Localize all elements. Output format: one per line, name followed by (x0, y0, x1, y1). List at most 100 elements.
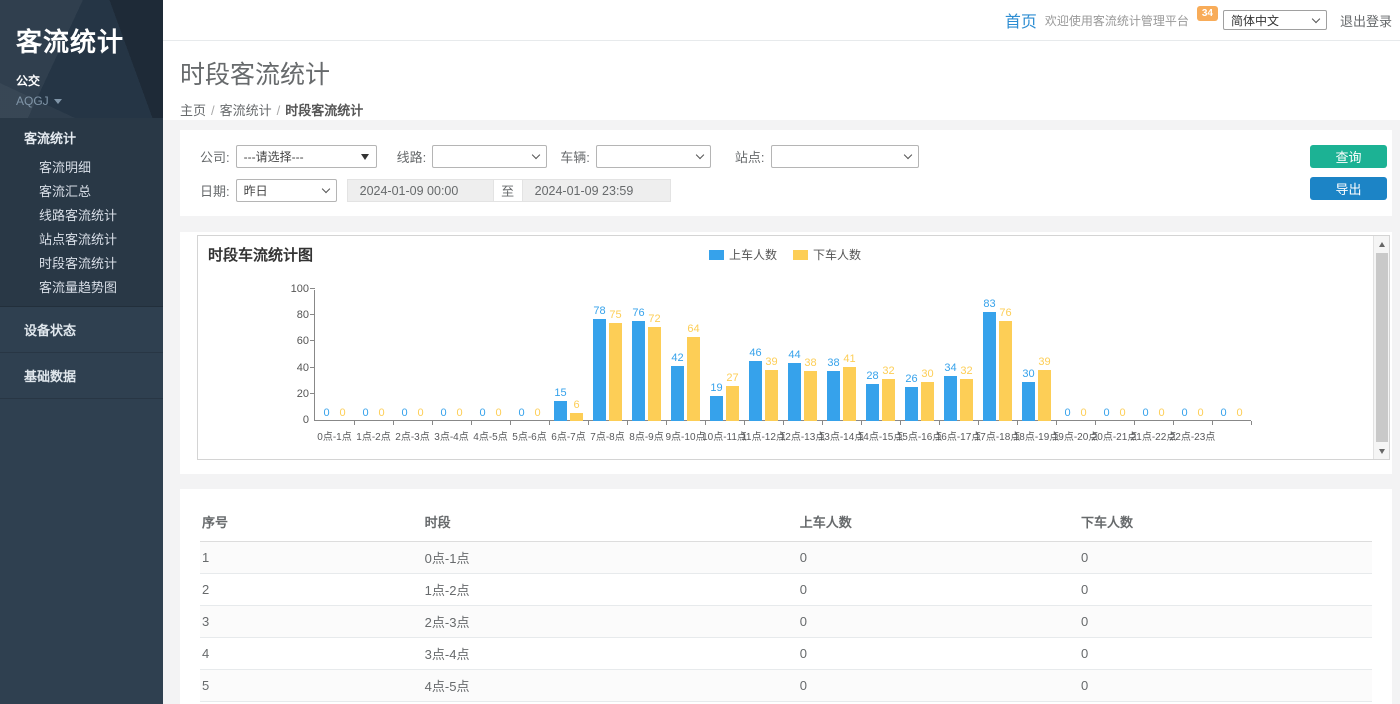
legend-swatch-boarding (709, 250, 724, 260)
chart-bar-group: 263015点-16点 (900, 290, 939, 421)
bar-value-label: 76 (632, 307, 644, 319)
legend-boarding: 上车人数 (709, 246, 777, 263)
chart-panel: 时段车流统计图 上车人数 下车人数 020406080100000点-1点001… (180, 232, 1392, 474)
table-cell: 2 (200, 574, 423, 606)
date-from-input[interactable]: 2024-01-09 00:00 (347, 179, 494, 202)
bar-value-label: 30 (921, 368, 933, 380)
chart-bar-group: 78757点-8点 (588, 290, 627, 421)
sidebar-item-trend-chart[interactable]: 客流量趋势图 (0, 276, 163, 300)
bar-column: 83 (983, 290, 996, 421)
table-row: 10点-1点00 (200, 542, 1372, 574)
bar-value-label: 38 (804, 357, 816, 369)
scroll-up-icon[interactable] (1374, 236, 1390, 252)
sidebar-item-flow-summary[interactable]: 客流汇总 (0, 180, 163, 204)
chart-bar-group: 463911点-12点 (744, 290, 783, 421)
station-select[interactable] (771, 145, 919, 168)
chart-bar-group: 004点-5点 (471, 290, 510, 421)
bar-value-label: 0 (495, 407, 501, 419)
scrollbar-thumb[interactable] (1376, 253, 1388, 442)
bar-column: 0 (359, 290, 372, 421)
sidebar-item-base-data[interactable]: 基础数据 (0, 353, 163, 398)
welcome-text: 欢迎使用客流统计管理平台 (1045, 12, 1189, 29)
nav-section-base-data: 基础数据 (0, 353, 163, 399)
company-select[interactable]: ---请选择--- (236, 145, 377, 168)
date-preset-select[interactable]: 昨日 (236, 179, 337, 202)
x-axis-label: 9点-10点 (665, 428, 705, 443)
chart-bar-group: 384113点-14点 (822, 290, 861, 421)
bar-value-label: 0 (1142, 407, 1148, 419)
table-cell: 4 (200, 638, 423, 670)
bar-value-label: 15 (554, 387, 566, 399)
table-cell: 0 (1079, 670, 1372, 702)
sidebar-item-passenger-stats[interactable]: 客流统计 (0, 118, 163, 156)
sidebar-item-station-stats[interactable]: 站点客流统计 (0, 228, 163, 252)
bar-column: 46 (749, 290, 762, 421)
bar-value-label: 0 (1158, 407, 1164, 419)
bar-value-label: 44 (788, 349, 800, 361)
table-row: 21点-2点00 (200, 574, 1372, 606)
chart-bar-group: 0022点-23点 (1173, 290, 1212, 421)
table-cell: 0 (798, 670, 1079, 702)
bar-column: 6 (570, 290, 583, 421)
table-cell: 0 (798, 542, 1079, 574)
chart-scrollbar (1373, 236, 1389, 459)
y-axis-label: 40 (263, 362, 309, 374)
breadcrumb-home[interactable]: 主页 (180, 103, 206, 118)
date-to-input[interactable]: 2024-01-09 23:59 (522, 179, 671, 202)
bar-alighting (1038, 370, 1051, 421)
search-button[interactable]: 查询 (1310, 145, 1387, 168)
y-axis-label: 100 (263, 283, 309, 295)
sidebar-item-line-stats[interactable]: 线路客流统计 (0, 204, 163, 228)
sidebar-profile: 客流统计 公交 AQGJ (0, 0, 163, 118)
bar-value-label: 32 (960, 365, 972, 377)
sidebar-item-period-stats[interactable]: 时段客流统计 (0, 252, 163, 276)
bar-column: 0 (531, 290, 544, 421)
col-header-index: 序号 (200, 503, 423, 542)
user-dropdown[interactable]: AQGJ (16, 94, 149, 108)
breadcrumb: 主页/客流统计/时段客流统计 (180, 100, 1400, 119)
legend-swatch-alighting (793, 250, 808, 260)
sidebar: 客流统计 公交 AQGJ 客流统计 客流明细 客流汇总 线路客流统计 站点客流统… (0, 0, 163, 704)
bar-value-label: 0 (1119, 407, 1125, 419)
chart-bar-group: 000点-1点 (315, 290, 354, 421)
period-table: 序号 时段 上车人数 下车人数 10点-1点0021点-2点0032点-3点00… (200, 503, 1372, 704)
bar-value-label: 0 (378, 407, 384, 419)
bar-value-label: 0 (440, 407, 446, 419)
table-cell: 1 (200, 542, 423, 574)
y-axis-label: 60 (263, 335, 309, 347)
bar-value-label: 0 (1236, 407, 1242, 419)
home-link[interactable]: 首页 (1005, 8, 1037, 32)
chart-bar-group: 343216点-17点 (939, 290, 978, 421)
notification-badge: 34 (1197, 6, 1218, 21)
y-axis-label: 80 (263, 309, 309, 321)
org-label: 公交 (16, 72, 149, 89)
bar-column: 0 (375, 290, 388, 421)
page-heading: 时段客流统计 主页/客流统计/时段客流统计 (163, 41, 1400, 120)
bar-column: 32 (882, 290, 895, 421)
export-button[interactable]: 导出 (1310, 177, 1387, 200)
sidebar-item-device-status[interactable]: 设备状态 (0, 307, 163, 352)
company-label: 公司: (200, 147, 230, 166)
bar-boarding (827, 371, 840, 421)
scroll-down-icon[interactable] (1374, 443, 1390, 459)
bar-alighting (843, 367, 856, 421)
table-cell: 0 (1079, 574, 1372, 606)
bar-column: 39 (765, 290, 778, 421)
logout-link[interactable]: 退出登录 (1340, 11, 1392, 30)
bar-value-label: 0 (456, 407, 462, 419)
bar-value-label: 32 (882, 365, 894, 377)
bar-alighting (921, 382, 934, 421)
language-select[interactable]: 简体中文 (1223, 10, 1327, 30)
vehicle-select[interactable] (596, 145, 711, 168)
bar-boarding (554, 401, 567, 421)
chart-bar-group: 0021点-22点 (1134, 290, 1173, 421)
bar-column: 0 (414, 290, 427, 421)
breadcrumb-current: 时段客流统计 (285, 103, 363, 118)
bar-column: 26 (905, 290, 918, 421)
line-select[interactable] (432, 145, 547, 168)
bar-value-label: 75 (609, 309, 621, 321)
chevron-down-icon (696, 151, 704, 159)
breadcrumb-passenger-stats[interactable]: 客流统计 (220, 103, 272, 118)
bar-alighting (609, 323, 622, 421)
sidebar-item-flow-detail[interactable]: 客流明细 (0, 156, 163, 180)
